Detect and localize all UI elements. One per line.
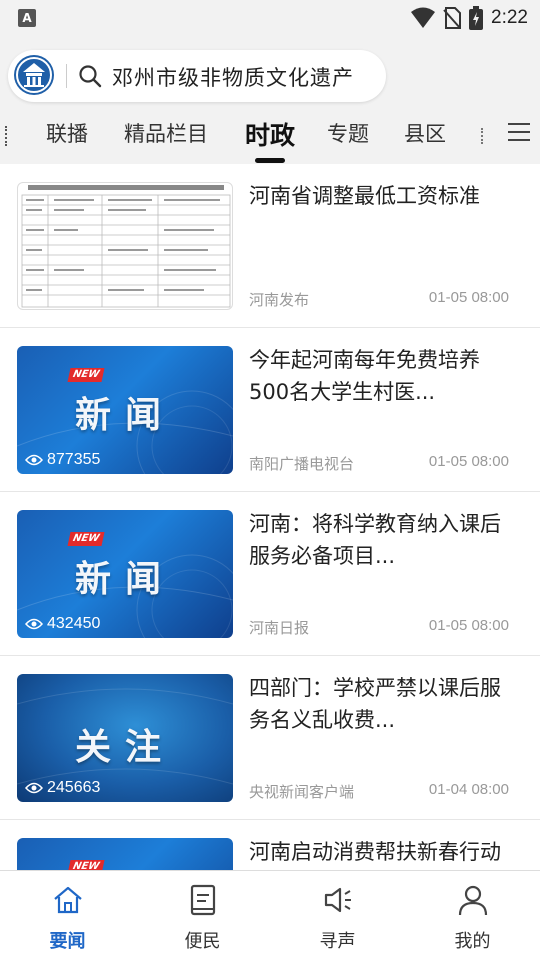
nav-label: 我的 — [454, 931, 491, 952]
menu-icon[interactable] — [508, 122, 530, 142]
news-title[interactable]: 四部门：学校严禁以课后服务名义乱收费... — [249, 672, 519, 736]
document-thumbnail — [17, 182, 233, 310]
news-time: 01-05 08:00 — [428, 453, 509, 470]
thumbnail-caption: 新闻 — [74, 395, 175, 436]
nav-label: 要闻 — [49, 931, 86, 952]
nav-bianmin[interactable]: 便民 — [135, 871, 270, 960]
status-icons: 2:22 — [411, 6, 528, 30]
nav-label: 便民 — [184, 931, 221, 952]
news-source: 南阳广播电视台 — [249, 455, 355, 473]
news-title[interactable]: 今年起河南每年免费培养500名大学生村医... — [249, 344, 519, 408]
tab-overflow-right — [481, 128, 485, 144]
home-icon — [53, 886, 82, 914]
news-thumbnail: NEW 新闻 877355 — [17, 346, 233, 474]
tab-overflow-left — [5, 126, 9, 146]
news-title[interactable]: 河南：将科学教育纳入课后服务必备项目... — [249, 508, 519, 572]
view-count-value: 877355 — [47, 451, 101, 468]
new-badge: NEW — [67, 860, 105, 870]
search-bar[interactable]: 邓州市级非物质文化遗产 — [8, 50, 386, 102]
view-count-value: 432450 — [47, 615, 101, 632]
no-sim-icon — [443, 7, 462, 29]
view-count: 432450 — [25, 615, 100, 633]
status-bar: A 2:22 — [0, 0, 540, 36]
nav-wode[interactable]: 我的 — [405, 871, 540, 960]
news-item[interactable]: NEW 河南启动消费帮扶新春行动 — [0, 820, 540, 870]
focus-thumbnail: 关注 245663 — [17, 674, 233, 802]
tab-active-indicator — [255, 158, 285, 163]
news-time: 01-04 08:00 — [428, 781, 509, 798]
news-item[interactable]: NEW 新闻 432450 河南：将科学教育纳入课后服务必备项目... 河南日报… — [0, 492, 540, 656]
news-item[interactable]: 河南省调整最低工资标准 河南发布 01-05 08:00 — [0, 164, 540, 328]
news-item[interactable]: NEW 新闻 877355 今年起河南每年免费培养500名大学生村医... 南阳… — [0, 328, 540, 492]
eye-icon — [25, 618, 43, 630]
new-badge: NEW — [67, 532, 105, 546]
tab-zhuanti[interactable]: 专题 — [327, 118, 369, 148]
speaker-icon — [324, 887, 351, 913]
eye-icon — [25, 782, 43, 794]
document-icon — [190, 884, 215, 916]
news-title[interactable]: 河南启动消费帮扶新春行动 — [249, 836, 519, 868]
view-count: 877355 — [25, 451, 100, 469]
thumbnail-caption: 关注 — [74, 727, 175, 768]
channel-tabs: 联播 精品栏目 时政 专题 县区 — [0, 108, 540, 164]
news-title[interactable]: 河南省调整最低工资标准 — [249, 180, 519, 212]
new-badge: NEW — [67, 368, 105, 382]
news-feed: 河南省调整最低工资标准 河南发布 01-05 08:00 NEW 新闻 8773… — [0, 164, 540, 870]
news-source: 河南日报 — [249, 619, 310, 637]
search-icon — [79, 65, 102, 88]
search-divider — [66, 64, 67, 88]
news-thumbnail: NEW — [17, 838, 233, 870]
news-item[interactable]: 关注 245663 四部门：学校严禁以课后服务名义乱收费... 央视新闻客户端 … — [0, 656, 540, 820]
search-input[interactable]: 邓州市级非物质文化遗产 — [112, 62, 354, 92]
news-time: 01-05 08:00 — [428, 289, 509, 306]
thumbnail-caption: 新闻 — [74, 559, 175, 600]
news-source: 河南发布 — [249, 291, 310, 309]
nav-yaowen[interactable]: 要闻 — [0, 871, 135, 960]
person-icon — [458, 885, 487, 916]
tab-shizheng[interactable]: 时政 — [245, 116, 295, 152]
eye-icon — [25, 454, 43, 466]
status-time: 2:22 — [491, 7, 528, 28]
nav-xunsheng[interactable]: 寻声 — [270, 871, 405, 960]
bottom-navigation: 要闻 便民 寻声 我的 — [0, 870, 540, 960]
view-count-value: 245663 — [47, 779, 101, 796]
battery-charging-icon — [469, 6, 484, 30]
nav-label: 寻声 — [319, 931, 356, 952]
news-time: 01-05 08:00 — [428, 617, 509, 634]
app-logo-icon[interactable] — [14, 55, 54, 95]
notification-a-icon: A — [18, 9, 36, 27]
tab-xianqu[interactable]: 县区 — [404, 118, 446, 148]
tab-lianbo[interactable]: 联播 — [46, 118, 88, 148]
news-thumbnail: NEW 新闻 432450 — [17, 510, 233, 638]
view-count: 245663 — [25, 779, 100, 797]
news-source: 央视新闻客户端 — [249, 783, 355, 801]
tab-jingpin[interactable]: 精品栏目 — [124, 118, 208, 148]
wifi-icon — [411, 7, 436, 28]
